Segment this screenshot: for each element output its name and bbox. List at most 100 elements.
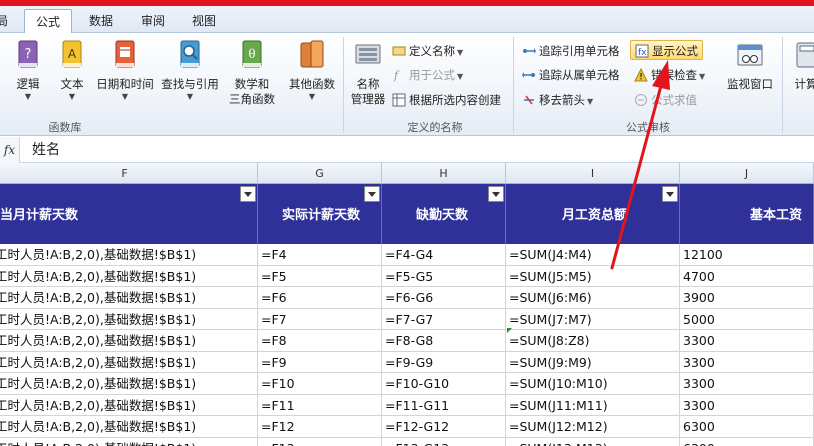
cell-h[interactable]: =F11-G11 bbox=[382, 394, 506, 416]
cell-i[interactable]: =SUM(J13:M13) bbox=[506, 437, 680, 446]
cell-j[interactable]: 6300 bbox=[680, 437, 814, 446]
column-header-f[interactable]: F bbox=[0, 163, 258, 184]
cell-f[interactable]: 工时人员!A:B,2,0),基础数据!$B$1) bbox=[0, 351, 258, 373]
tab-layout[interactable]: 局 bbox=[0, 9, 14, 33]
cell-g[interactable]: =F7 bbox=[258, 308, 382, 330]
datetime-button[interactable]: 日期和时间 ▼ bbox=[94, 39, 156, 101]
cell-h[interactable]: =F4-G4 bbox=[382, 244, 506, 266]
tab-formulas[interactable]: 公式 bbox=[24, 9, 72, 33]
cell-j[interactable]: 3900 bbox=[680, 287, 814, 309]
cell-h[interactable]: =F13-G13 bbox=[382, 437, 506, 446]
cell-g[interactable]: =F12 bbox=[258, 416, 382, 438]
more-functions-button[interactable]: 其他函数 ▼ bbox=[284, 39, 340, 101]
cell-g[interactable]: =F6 bbox=[258, 287, 382, 309]
cell-i[interactable]: =SUM(J9:M9) bbox=[506, 351, 680, 373]
cell-g[interactable]: =F13 bbox=[258, 437, 382, 446]
ribbon-formulas: ? 逻辑 ▼ A 文本 ▼ 日期和时间 ▼ 查找与引用 ▼ θ 数学和 三角函数… bbox=[0, 33, 814, 136]
tab-view[interactable]: 视图 bbox=[182, 9, 226, 33]
table-row: 工时人员!A:B,2,0),基础数据!$B$1) =F5 =F5-G5 =SUM(J5… bbox=[0, 265, 814, 287]
column-header-g[interactable]: G bbox=[258, 163, 382, 184]
remove-arrows-button[interactable]: 移去箭头 ▼ bbox=[522, 90, 593, 110]
header-cell-i[interactable]: 月工资总额 bbox=[506, 184, 680, 244]
cell-i[interactable]: =SUM(J6:M6) bbox=[506, 287, 680, 309]
trace-dependents-button[interactable]: 追踪从属单元格 bbox=[522, 65, 620, 85]
lookup-reference-button[interactable]: 查找与引用 ▼ bbox=[158, 39, 222, 101]
math-trig-button[interactable]: θ 数学和 三角函数 bbox=[224, 39, 280, 107]
cell-j[interactable]: 5000 bbox=[680, 308, 814, 330]
use-in-formula-button[interactable]: f 用于公式 ▼ bbox=[392, 65, 463, 85]
cell-f[interactable]: 工时人员!A:B,2,0),基础数据!$B$1) bbox=[0, 287, 258, 309]
evaluate-formula-button[interactable]: 公式求值 bbox=[634, 90, 697, 110]
header-cell-f[interactable]: 当月计薪天数 bbox=[0, 184, 258, 244]
filter-dropdown-icon[interactable] bbox=[240, 186, 256, 202]
svg-text:f: f bbox=[393, 69, 400, 82]
cell-h[interactable]: =F6-G6 bbox=[382, 287, 506, 309]
cell-i[interactable]: =SUM(J12:M12) bbox=[506, 416, 680, 438]
column-header-h[interactable]: H bbox=[382, 163, 506, 184]
chevron-down-icon: ▼ bbox=[308, 92, 316, 101]
cell-f[interactable]: 工时人员!A:B,2,0),基础数据!$B$1) bbox=[0, 330, 258, 352]
cell-i[interactable]: =SUM(J11:M11) bbox=[506, 394, 680, 416]
text-book-icon: A bbox=[62, 40, 82, 68]
cell-f[interactable]: 工时人员!A:B,2,0),基础数据!$B$1) bbox=[0, 244, 258, 266]
cell-f[interactable]: 工时人员!A:B,2,0),基础数据!$B$1) bbox=[0, 416, 258, 438]
error-checking-button[interactable]: 错误检查 ▼ bbox=[634, 65, 705, 85]
cell-j[interactable]: 3300 bbox=[680, 394, 814, 416]
cell-j[interactable]: 3300 bbox=[680, 373, 814, 395]
cell-h[interactable]: =F5-G5 bbox=[382, 265, 506, 287]
cell-g[interactable]: =F11 bbox=[258, 394, 382, 416]
name-manager-button[interactable]: 名称 管理器 bbox=[346, 39, 390, 107]
header-cell-g[interactable]: 实际计薪天数 bbox=[258, 184, 382, 244]
cell-f[interactable]: 工时人员!A:B,2,0),基础数据!$B$1) bbox=[0, 373, 258, 395]
text-button[interactable]: A 文本 ▼ bbox=[52, 39, 92, 101]
cell-h[interactable]: =F12-G12 bbox=[382, 416, 506, 438]
cell-f[interactable]: 工时人员!A:B,2,0),基础数据!$B$1) bbox=[0, 437, 258, 446]
cell-h[interactable]: =F9-G9 bbox=[382, 351, 506, 373]
formula-input[interactable]: 姓名 bbox=[32, 137, 60, 163]
cell-j[interactable]: 3300 bbox=[680, 351, 814, 373]
cell-h[interactable]: =F10-G10 bbox=[382, 373, 506, 395]
datetime-book-icon bbox=[115, 40, 135, 68]
error-check-icon bbox=[634, 68, 648, 82]
cell-g[interactable]: =F9 bbox=[258, 351, 382, 373]
watch-window-button[interactable]: 监视窗口 bbox=[722, 39, 778, 92]
cell-j[interactable]: 12100 bbox=[680, 244, 814, 266]
cell-i[interactable]: =SUM(J4:M4) bbox=[506, 244, 680, 266]
cell-g[interactable]: =F5 bbox=[258, 265, 382, 287]
cell-i[interactable]: =SUM(J10:M10) bbox=[506, 373, 680, 395]
table-row: 工时人员!A:B,2,0),基础数据!$B$1) =F4 =F4-G4 =SUM(J4… bbox=[0, 244, 814, 266]
insert-function-button[interactable]: fx bbox=[0, 137, 20, 163]
chevron-down-icon: ▼ bbox=[186, 92, 194, 101]
cell-j[interactable]: 6300 bbox=[680, 416, 814, 438]
cell-j[interactable]: 3300 bbox=[680, 330, 814, 352]
cell-h[interactable]: =F7-G7 bbox=[382, 308, 506, 330]
cell-i[interactable]: =SUM(J5:M5) bbox=[506, 265, 680, 287]
logic-button[interactable]: ? 逻辑 ▼ bbox=[8, 39, 48, 101]
filter-dropdown-icon[interactable] bbox=[488, 186, 504, 202]
cell-g[interactable]: =F4 bbox=[258, 244, 382, 266]
show-formulas-button[interactable]: fx 显示公式 bbox=[630, 40, 703, 60]
header-cell-j[interactable]: 基本工资 bbox=[680, 184, 814, 244]
filter-dropdown-icon[interactable] bbox=[662, 186, 678, 202]
column-header-j[interactable]: J bbox=[680, 163, 814, 184]
calculator-icon bbox=[796, 42, 814, 68]
cell-f[interactable]: 工时人员!A:B,2,0),基础数据!$B$1) bbox=[0, 265, 258, 287]
cell-i[interactable]: =SUM(J8:Z8) bbox=[506, 330, 680, 352]
cell-f[interactable]: 工时人员!A:B,2,0),基础数据!$B$1) bbox=[0, 308, 258, 330]
filter-dropdown-icon[interactable] bbox=[364, 186, 380, 202]
cell-i[interactable]: =SUM(J7:M7) bbox=[506, 308, 680, 330]
trace-precedents-button[interactable]: 追踪引用单元格 bbox=[522, 41, 620, 61]
tab-review[interactable]: 审阅 bbox=[130, 9, 176, 33]
cell-g[interactable]: =F8 bbox=[258, 330, 382, 352]
calculation-options-button[interactable]: 计算 bbox=[786, 39, 814, 92]
cell-g[interactable]: =F10 bbox=[258, 373, 382, 395]
table-header-row: 当月计薪天数 实际计薪天数 缺勤天数 月工资总额 基本工资 bbox=[0, 184, 814, 244]
header-cell-h[interactable]: 缺勤天数 bbox=[382, 184, 506, 244]
cell-h[interactable]: =F8-G8 bbox=[382, 330, 506, 352]
cell-f[interactable]: 工时人员!A:B,2,0),基础数据!$B$1) bbox=[0, 394, 258, 416]
cell-j[interactable]: 4700 bbox=[680, 265, 814, 287]
define-name-button[interactable]: 定义名称 ▼ bbox=[392, 41, 463, 61]
tab-data[interactable]: 数据 bbox=[78, 9, 124, 33]
column-header-i[interactable]: I bbox=[506, 163, 680, 184]
create-from-selection-button[interactable]: 根据所选内容创建 bbox=[392, 90, 501, 110]
